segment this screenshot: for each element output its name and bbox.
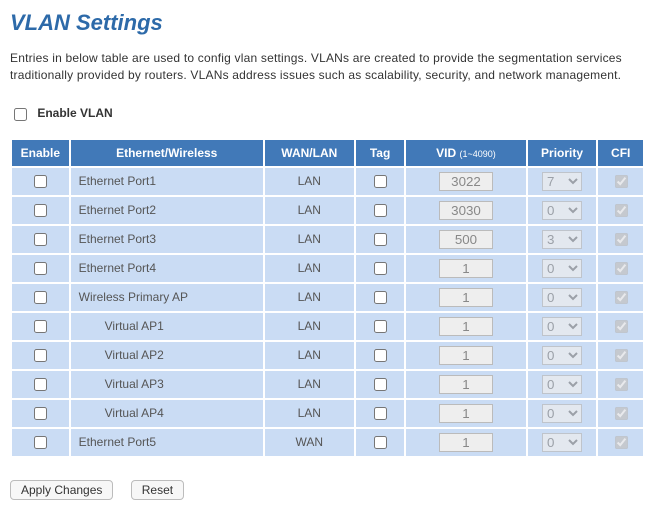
row-port-name: Virtual AP3	[70, 370, 264, 399]
row-enable-checkbox[interactable]	[34, 349, 47, 362]
th-enable: Enable	[11, 139, 70, 167]
th-cfi: CFI	[597, 139, 644, 167]
row-port-name: Virtual AP4	[70, 399, 264, 428]
table-row: Virtual AP2LAN 01234567	[11, 341, 644, 370]
th-vid-label: VID	[436, 146, 456, 160]
th-vid-range: (1~4090)	[460, 149, 496, 159]
row-wanlan: LAN	[264, 341, 355, 370]
row-vid-input[interactable]	[439, 375, 493, 394]
button-bar: Apply Changes Reset	[10, 480, 645, 500]
row-cfi-checkbox[interactable]	[615, 175, 628, 188]
reset-button[interactable]: Reset	[131, 480, 184, 500]
row-cfi-checkbox[interactable]	[615, 349, 628, 362]
row-vid-input[interactable]	[439, 201, 493, 220]
row-tag-checkbox[interactable]	[374, 262, 387, 275]
row-wanlan: WAN	[264, 428, 355, 457]
row-wanlan: LAN	[264, 283, 355, 312]
row-cfi-checkbox[interactable]	[615, 233, 628, 246]
page-description: Entries in below table are used to confi…	[10, 50, 640, 85]
row-port-name: Virtual AP1	[70, 312, 264, 341]
row-port-name: Ethernet Port5	[70, 428, 264, 457]
row-priority-select[interactable]: 01234567	[542, 172, 582, 191]
row-priority-select[interactable]: 01234567	[542, 346, 582, 365]
th-wanlan: WAN/LAN	[264, 139, 355, 167]
table-row: Ethernet Port3LAN 01234567	[11, 225, 644, 254]
row-priority-select[interactable]: 01234567	[542, 201, 582, 220]
row-enable-checkbox[interactable]	[34, 204, 47, 217]
row-enable-checkbox[interactable]	[34, 291, 47, 304]
th-vid: VID (1~4090)	[405, 139, 526, 167]
table-row: Virtual AP4LAN 01234567	[11, 399, 644, 428]
row-tag-checkbox[interactable]	[374, 291, 387, 304]
row-port-name: Ethernet Port1	[70, 167, 264, 196]
row-port-name: Wireless Primary AP	[70, 283, 264, 312]
row-wanlan: LAN	[264, 254, 355, 283]
row-vid-input[interactable]	[439, 404, 493, 423]
row-priority-select[interactable]: 01234567	[542, 404, 582, 423]
row-vid-input[interactable]	[439, 172, 493, 191]
row-enable-checkbox[interactable]	[34, 407, 47, 420]
table-row: Ethernet Port2LAN 01234567	[11, 196, 644, 225]
row-cfi-checkbox[interactable]	[615, 320, 628, 333]
row-priority-select[interactable]: 01234567	[542, 230, 582, 249]
row-port-name: Ethernet Port3	[70, 225, 264, 254]
page-title: VLAN Settings	[10, 10, 645, 36]
row-vid-input[interactable]	[439, 346, 493, 365]
row-port-name: Ethernet Port4	[70, 254, 264, 283]
table-row: Virtual AP3LAN 01234567	[11, 370, 644, 399]
row-vid-input[interactable]	[439, 433, 493, 452]
row-tag-checkbox[interactable]	[374, 407, 387, 420]
row-enable-checkbox[interactable]	[34, 320, 47, 333]
row-tag-checkbox[interactable]	[374, 320, 387, 333]
row-port-name: Virtual AP2	[70, 341, 264, 370]
row-tag-checkbox[interactable]	[374, 436, 387, 449]
row-cfi-checkbox[interactable]	[615, 378, 628, 391]
row-priority-select[interactable]: 01234567	[542, 317, 582, 336]
row-priority-select[interactable]: 01234567	[542, 375, 582, 394]
enable-vlan-container: Enable VLAN	[10, 105, 645, 124]
row-cfi-checkbox[interactable]	[615, 436, 628, 449]
row-enable-checkbox[interactable]	[34, 233, 47, 246]
apply-changes-button[interactable]: Apply Changes	[10, 480, 113, 500]
table-row: Wireless Primary APLAN 01234567	[11, 283, 644, 312]
row-priority-select[interactable]: 01234567	[542, 259, 582, 278]
row-vid-input[interactable]	[439, 288, 493, 307]
row-tag-checkbox[interactable]	[374, 204, 387, 217]
enable-vlan-checkbox[interactable]	[14, 108, 27, 121]
row-enable-checkbox[interactable]	[34, 175, 47, 188]
row-vid-input[interactable]	[439, 317, 493, 336]
row-enable-checkbox[interactable]	[34, 378, 47, 391]
vlan-table: Enable Ethernet/Wireless WAN/LAN Tag VID…	[10, 138, 645, 458]
th-ethernet: Ethernet/Wireless	[70, 139, 264, 167]
row-tag-checkbox[interactable]	[374, 175, 387, 188]
row-priority-select[interactable]: 01234567	[542, 433, 582, 452]
row-port-name: Ethernet Port2	[70, 196, 264, 225]
th-tag: Tag	[355, 139, 406, 167]
row-cfi-checkbox[interactable]	[615, 262, 628, 275]
row-wanlan: LAN	[264, 167, 355, 196]
row-wanlan: LAN	[264, 225, 355, 254]
table-row: Ethernet Port4LAN 01234567	[11, 254, 644, 283]
row-vid-input[interactable]	[439, 230, 493, 249]
row-vid-input[interactable]	[439, 259, 493, 278]
row-wanlan: LAN	[264, 312, 355, 341]
enable-vlan-label: Enable VLAN	[37, 106, 112, 120]
table-row: Ethernet Port5WAN 01234567	[11, 428, 644, 457]
row-enable-checkbox[interactable]	[34, 262, 47, 275]
row-wanlan: LAN	[264, 370, 355, 399]
table-row: Ethernet Port1LAN 01234567	[11, 167, 644, 196]
th-priority: Priority	[527, 139, 598, 167]
row-enable-checkbox[interactable]	[34, 436, 47, 449]
row-tag-checkbox[interactable]	[374, 233, 387, 246]
table-row: Virtual AP1LAN 01234567	[11, 312, 644, 341]
row-cfi-checkbox[interactable]	[615, 204, 628, 217]
row-tag-checkbox[interactable]	[374, 349, 387, 362]
row-wanlan: LAN	[264, 196, 355, 225]
row-cfi-checkbox[interactable]	[615, 407, 628, 420]
row-wanlan: LAN	[264, 399, 355, 428]
row-cfi-checkbox[interactable]	[615, 291, 628, 304]
row-tag-checkbox[interactable]	[374, 378, 387, 391]
row-priority-select[interactable]: 01234567	[542, 288, 582, 307]
